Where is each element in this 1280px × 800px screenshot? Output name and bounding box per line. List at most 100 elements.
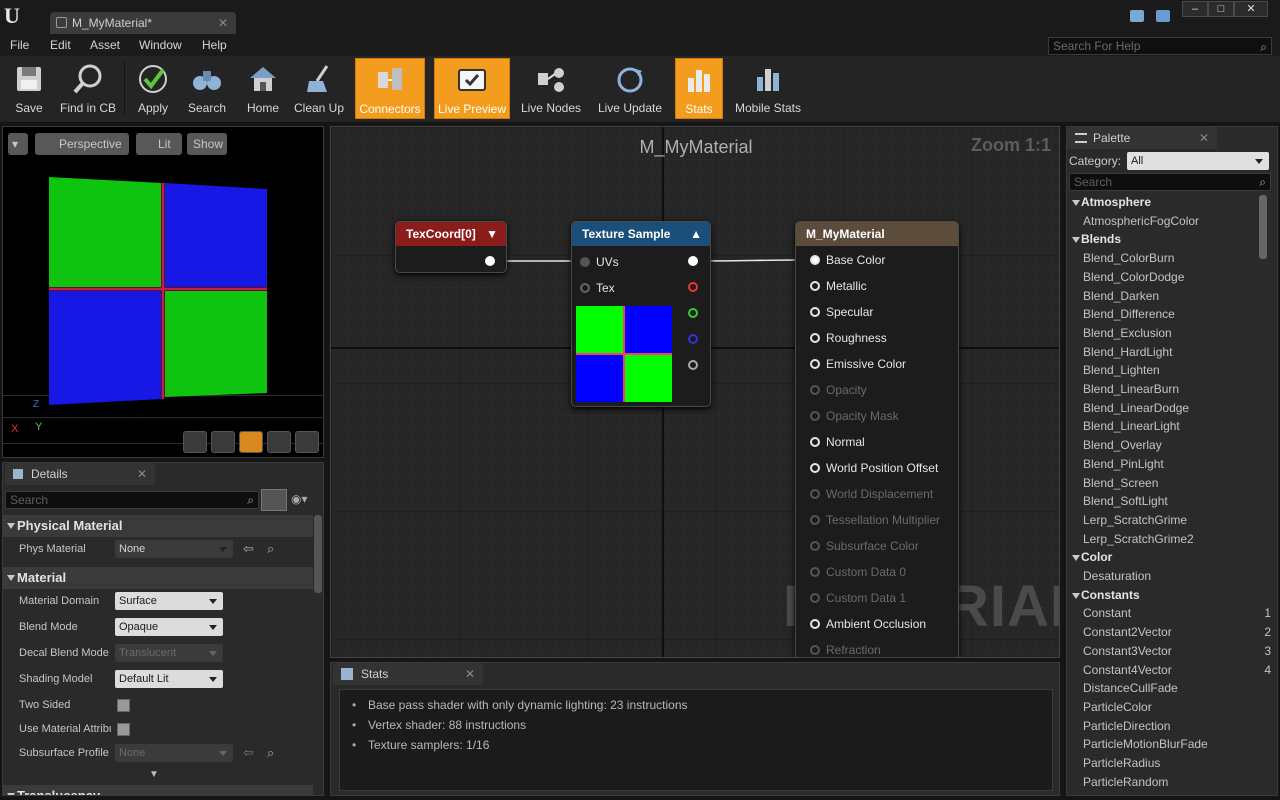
world-position-offset-input[interactable]: World Position Offset bbox=[810, 458, 938, 478]
palette-item[interactable]: Blend_Lighten bbox=[1083, 363, 1259, 377]
palette-item[interactable]: Lerp_ScratchGrime2 bbox=[1083, 532, 1259, 546]
palette-item[interactable]: ParticleRadius bbox=[1083, 756, 1259, 770]
maximize-button[interactable]: □ bbox=[1208, 1, 1234, 17]
palette-item[interactable]: Blend_Difference bbox=[1083, 307, 1259, 321]
live-preview-button[interactable]: Live Preview bbox=[434, 58, 510, 119]
rgb-output-pin[interactable] bbox=[688, 256, 698, 266]
palette-item[interactable]: ParticleMotionBlurFade bbox=[1083, 737, 1259, 751]
palette-item[interactable]: ParticleRandom bbox=[1083, 775, 1259, 789]
blend-mode-dropdown[interactable]: Opaque bbox=[115, 618, 223, 636]
specular-input[interactable]: Specular bbox=[810, 302, 873, 322]
menu-edit[interactable]: Edit bbox=[50, 38, 71, 52]
palette-item[interactable]: Constant2Vector 2 bbox=[1083, 625, 1271, 639]
two-sided-checkbox[interactable] bbox=[117, 699, 130, 712]
live-nodes-button[interactable]: Live Nodes bbox=[518, 58, 584, 119]
palette-item[interactable]: AtmosphericFogColor bbox=[1083, 214, 1259, 228]
uvs-input[interactable]: UVs bbox=[580, 252, 619, 272]
stats-tab[interactable]: Stats ✕ bbox=[333, 663, 483, 685]
close-window-button[interactable]: ✕ bbox=[1234, 1, 1268, 17]
close-stats-icon[interactable]: ✕ bbox=[465, 663, 475, 685]
uvs-pin[interactable] bbox=[580, 257, 590, 267]
mobile-stats-button[interactable]: Mobile Stats bbox=[730, 58, 806, 119]
palette-item[interactable]: Constant 1 bbox=[1083, 606, 1271, 620]
browse-icon[interactable]: ⌕ bbox=[267, 745, 274, 761]
g-output-pin[interactable] bbox=[688, 308, 698, 318]
a-output-pin[interactable] bbox=[688, 360, 698, 370]
base-color-pin[interactable] bbox=[810, 255, 820, 265]
material-node-header[interactable]: M_MyMaterial bbox=[796, 222, 958, 246]
minimize-button[interactable]: – bbox=[1182, 1, 1208, 17]
close-tab-icon[interactable]: ✕ bbox=[218, 12, 228, 34]
menu-help[interactable]: Help bbox=[202, 38, 227, 52]
palette-item[interactable]: Blend_HardLight bbox=[1083, 345, 1259, 359]
palette-item[interactable]: Lerp_ScratchGrime bbox=[1083, 513, 1259, 527]
document-tab[interactable]: M_MyMaterial* ✕ bbox=[50, 12, 236, 34]
cube-preview-icon[interactable] bbox=[267, 431, 291, 453]
palette-item[interactable]: Blend_ColorDodge bbox=[1083, 270, 1259, 284]
ambient-occlusion-input[interactable]: Ambient Occlusion bbox=[810, 614, 926, 634]
collapse-icon[interactable]: ▼ bbox=[486, 222, 498, 246]
close-palette-icon[interactable]: ✕ bbox=[1199, 127, 1209, 149]
world-position-offset-pin[interactable] bbox=[810, 463, 820, 473]
clean-up-button[interactable]: Clean Up bbox=[292, 58, 346, 119]
palette-scrollbar[interactable] bbox=[1259, 195, 1267, 259]
category-physical-material[interactable]: Physical Material bbox=[3, 515, 313, 537]
palette-item[interactable]: Blend_LinearDodge bbox=[1083, 401, 1259, 415]
connectors-button[interactable]: Connectors bbox=[355, 58, 425, 119]
apply-button[interactable]: Apply bbox=[130, 58, 176, 119]
menu-file[interactable]: File bbox=[10, 38, 29, 52]
texcoord-output-pin[interactable] bbox=[485, 256, 495, 266]
palette-category[interactable]: Constants bbox=[1069, 588, 1255, 602]
base-color-input[interactable]: Base Color bbox=[810, 250, 885, 270]
palette-item[interactable]: ParticleDirection bbox=[1083, 719, 1259, 733]
palette-item[interactable]: Constant4Vector 4 bbox=[1083, 663, 1271, 677]
notification-icon[interactable] bbox=[1156, 10, 1170, 22]
r-output-pin[interactable] bbox=[688, 282, 698, 292]
home-button[interactable]: Home bbox=[240, 58, 286, 119]
save-button[interactable]: Save bbox=[6, 58, 52, 119]
close-details-icon[interactable]: ✕ bbox=[137, 463, 147, 485]
normal-pin[interactable] bbox=[810, 437, 820, 447]
live-update-button[interactable]: Live Update bbox=[594, 58, 666, 119]
tex-input[interactable]: Tex bbox=[580, 278, 615, 298]
find-in-cb-button[interactable]: Find in CB bbox=[58, 58, 118, 119]
normal-input[interactable]: Normal bbox=[810, 432, 865, 452]
palette-item[interactable]: Blend_Screen bbox=[1083, 476, 1259, 490]
texture-sample-node[interactable]: Texture Sample ▲ UVs Tex bbox=[571, 221, 711, 407]
menu-window[interactable]: Window bbox=[139, 38, 182, 52]
palette-tab[interactable]: Palette ✕ bbox=[1067, 127, 1217, 149]
details-search-input[interactable]: Search ⌕ bbox=[5, 491, 259, 509]
texcoord-node[interactable]: TexCoord[0] ▼ bbox=[395, 221, 507, 273]
metallic-input[interactable]: Metallic bbox=[810, 276, 867, 296]
material-result-node[interactable]: M_MyMaterial Base Color Metallic Specula… bbox=[795, 221, 959, 657]
collapse-icon[interactable]: ▲ bbox=[690, 222, 702, 246]
feedback-icon[interactable] bbox=[1130, 10, 1144, 22]
details-tab[interactable]: Details ✕ bbox=[5, 463, 155, 485]
palette-item[interactable]: Blend_SoftLight bbox=[1083, 494, 1259, 508]
palette-item[interactable]: Blend_LinearBurn bbox=[1083, 382, 1259, 396]
palette-item[interactable]: Blend_ColorBurn bbox=[1083, 251, 1259, 265]
stats-button[interactable]: Stats bbox=[675, 58, 723, 119]
texture-sample-node-header[interactable]: Texture Sample ▲ bbox=[572, 222, 710, 246]
palette-item[interactable]: Blend_Overlay bbox=[1083, 438, 1259, 452]
category-material[interactable]: Material bbox=[3, 567, 313, 589]
palette-category[interactable]: Blends bbox=[1069, 232, 1255, 246]
category-translucency[interactable]: Translucency bbox=[3, 785, 313, 795]
plane-preview-icon[interactable] bbox=[239, 431, 263, 453]
palette-item[interactable]: ParticleColor bbox=[1083, 700, 1259, 714]
metallic-pin[interactable] bbox=[810, 281, 820, 291]
sphere-preview-icon[interactable] bbox=[211, 431, 235, 453]
roughness-input[interactable]: Roughness bbox=[810, 328, 887, 348]
palette-item[interactable]: Blend_LinearLight bbox=[1083, 419, 1259, 433]
shading-model-dropdown[interactable]: Default Lit bbox=[115, 670, 223, 688]
texcoord-node-header[interactable]: TexCoord[0] ▼ bbox=[396, 222, 506, 246]
emissive-color-pin[interactable] bbox=[810, 359, 820, 369]
b-output-pin[interactable] bbox=[688, 334, 698, 344]
browse-icon[interactable]: ⌕ bbox=[267, 541, 274, 557]
teapot-preview-icon[interactable] bbox=[295, 431, 319, 453]
ambient-occlusion-pin[interactable] bbox=[810, 619, 820, 629]
help-search-input[interactable]: Search For Help ⌕ bbox=[1048, 37, 1272, 55]
roughness-pin[interactable] bbox=[810, 333, 820, 343]
use-material-attributes-checkbox[interactable] bbox=[117, 723, 130, 736]
palette-search-input[interactable]: Search ⌕ bbox=[1069, 173, 1271, 191]
